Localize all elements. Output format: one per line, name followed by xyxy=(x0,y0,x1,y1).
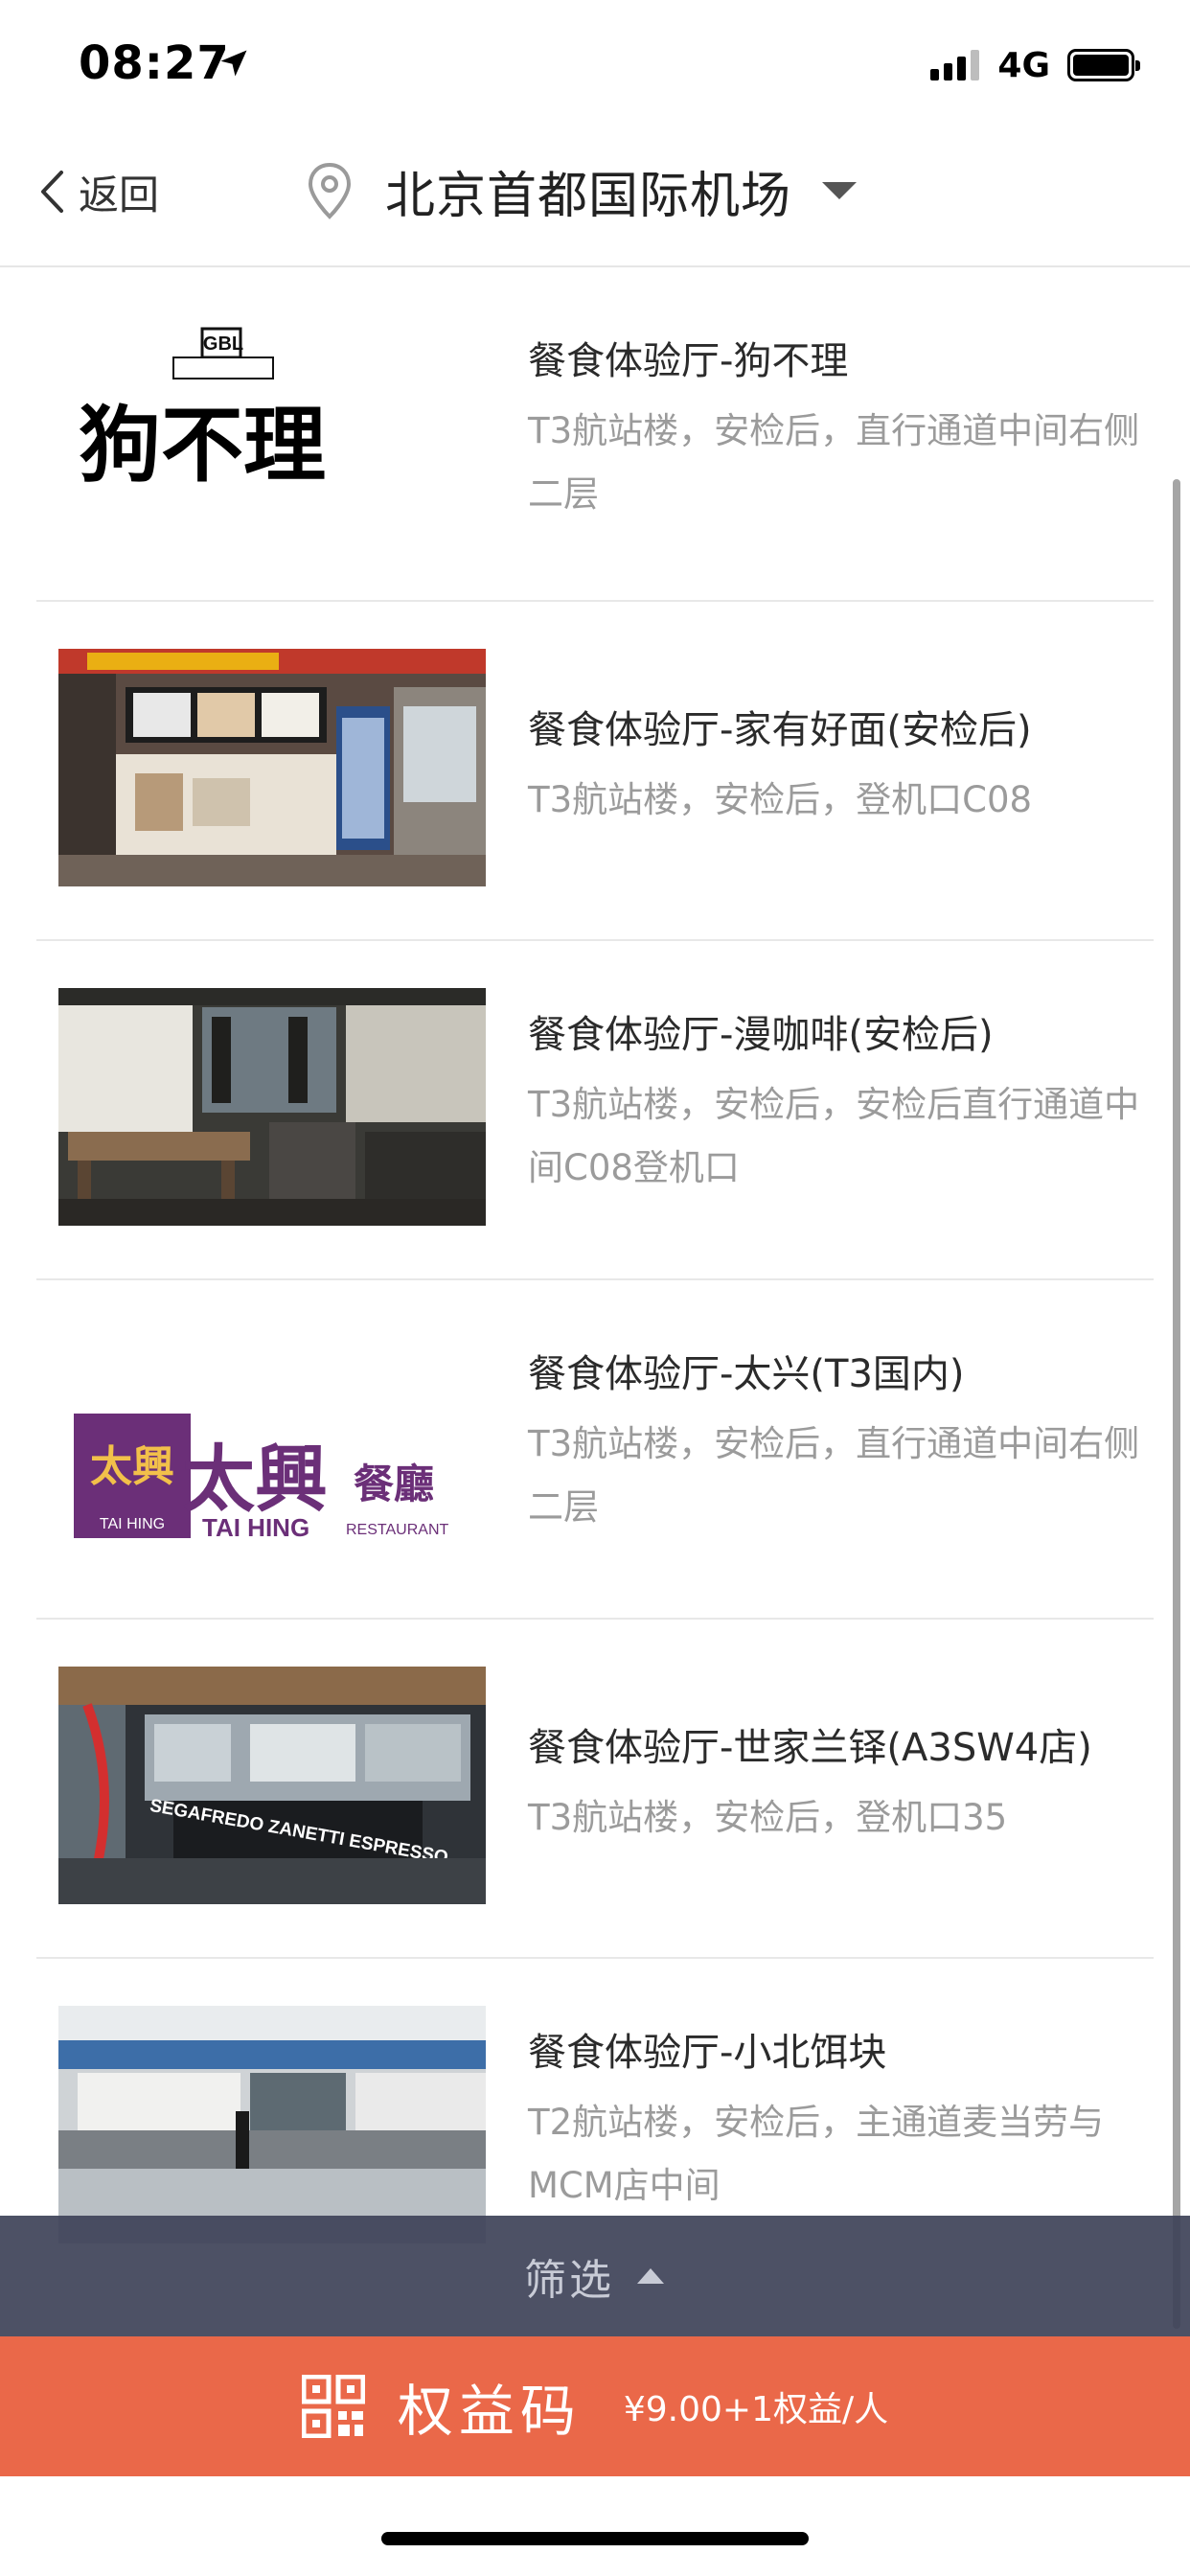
battery-icon xyxy=(1067,49,1140,81)
caret-down-icon xyxy=(822,182,858,199)
svg-text:GBL: GBL xyxy=(203,334,243,355)
svg-text:太興: 太興 xyxy=(182,1437,328,1522)
item-address: T3航站楼，安检后，直行通道中间右侧二层 xyxy=(528,1423,1140,1528)
item-title: 餐食体验厅-小北饵块 xyxy=(528,2031,887,2075)
qr-code-icon xyxy=(301,2375,365,2438)
svg-text:RESTAURANT: RESTAURANT xyxy=(346,1522,448,1538)
goubuli-logo-text: 狗不理 xyxy=(79,397,326,494)
nav-header: 返回 北京首都国际机场 xyxy=(0,129,1190,267)
item-address: T3航站楼，安检后，安检后直行通道中间C08登机口 xyxy=(528,1084,1140,1188)
item-text: 餐食体验厅-太兴(T3国内) T3航站楼，安检后，直行通道中间右侧二层 xyxy=(528,1347,1141,1539)
item-title: 餐食体验厅-漫咖啡(安检后) xyxy=(528,1013,994,1057)
scrollbar[interactable] xyxy=(1173,479,1180,2329)
home-indicator[interactable] xyxy=(381,2532,809,2545)
page: 08:27 4G 返回 北京首都国际机场 GBL 狗不理 餐食体验厅-狗不理 T… xyxy=(0,0,1190,2576)
filter-button[interactable]: 筛选 xyxy=(0,2216,1190,2336)
location-name: 北京首都国际机场 xyxy=(385,167,792,225)
location-selector[interactable]: 北京首都国际机场 xyxy=(305,152,858,229)
caret-up-icon xyxy=(637,2268,664,2284)
status-indicators: 4G xyxy=(930,44,1140,86)
item-address: T3航站楼，安检后，登机口35 xyxy=(528,1797,1008,1838)
item-title: 餐食体验厅-太兴(T3国内) xyxy=(528,1352,965,1396)
item-text: 餐食体验厅-世家兰铎(A3SW4店) T3航站楼，安检后，登机口35 xyxy=(528,1721,1141,1850)
item-text: 餐食体验厅-狗不理 T3航站楼，安检后，直行通道中间右侧二层 xyxy=(528,334,1141,526)
status-time: 08:27 xyxy=(79,36,230,90)
item-text: 餐食体验厅-家有好面(安检后) T3航站楼，安检后，登机口C08 xyxy=(528,703,1141,832)
noodle-shop-photo xyxy=(58,649,486,886)
back-button[interactable]: 返回 xyxy=(38,158,159,225)
list-item[interactable]: SEGAFREDO ZANETTI ESPRESSO 餐食体验厅-世家兰铎(A3… xyxy=(36,1620,1154,1959)
svg-text:餐廳: 餐廳 xyxy=(354,1460,434,1507)
svg-text:TAI HING: TAI HING xyxy=(100,1516,165,1532)
goubuli-logo-image: GBL 狗不理 xyxy=(79,327,326,494)
restaurant-list: GBL 狗不理 餐食体验厅-狗不理 T3航站楼，安检后，直行通道中间右侧二层 餐… xyxy=(0,267,1190,2298)
svg-text:太興: 太興 xyxy=(90,1442,174,1491)
filter-label: 筛选 xyxy=(524,2256,614,2305)
cta-label: 权益码 xyxy=(397,2379,582,2444)
food-court-photo xyxy=(58,2006,486,2243)
list-item[interactable]: 餐食体验厅-漫咖啡(安检后) T3航站楼，安检后，安检后直行通道中间C08登机口 xyxy=(36,941,1154,1280)
back-label: 返回 xyxy=(79,171,160,218)
benefit-code-button[interactable]: 权益码 ¥9.00+1权益/人 xyxy=(0,2336,1190,2476)
espresso-bar-photo: SEGAFREDO ZANETTI ESPRESSO xyxy=(58,1667,486,1904)
signal-icon xyxy=(930,50,984,80)
chevron-left-icon xyxy=(41,171,63,213)
item-address: T2航站楼，安检后，主通道麦当劳与MCM店中间 xyxy=(528,2102,1105,2206)
list-item[interactable]: 太興 TAI HING 太興 餐廳 TAI HING RESTAURANT 餐食… xyxy=(36,1280,1154,1620)
item-title: 餐食体验厅-狗不理 xyxy=(528,339,849,383)
item-address: T3航站楼，安检后，直行通道中间右侧二层 xyxy=(528,410,1140,515)
cta-price: ¥9.00+1权益/人 xyxy=(623,2390,889,2429)
item-text: 餐食体验厅-小北饵块 T2航站楼，安检后，主通道麦当劳与MCM店中间 xyxy=(528,2026,1141,2218)
item-text: 餐食体验厅-漫咖啡(安检后) T3航站楼，安检后，安检后直行通道中间C08登机口 xyxy=(528,1008,1141,1200)
item-title: 餐食体验厅-家有好面(安检后) xyxy=(528,708,1032,752)
network-type: 4G xyxy=(997,45,1050,85)
goubuli-logo: GBL 狗不理 xyxy=(58,315,486,553)
item-address: T3航站楼，安检后，登机口C08 xyxy=(528,779,1033,820)
svg-text:TAI HING: TAI HING xyxy=(202,1513,309,1542)
cafe-interior-photo xyxy=(58,988,486,1226)
location-arrow-icon xyxy=(220,50,247,77)
taihing-logo: 太興 TAI HING 太興 餐廳 TAI HING RESTAURANT xyxy=(58,1327,486,1565)
map-pin-icon xyxy=(308,162,352,219)
list-item[interactable]: 餐食体验厅-家有好面(安检后) T3航站楼，安检后，登机口C08 xyxy=(36,602,1154,941)
item-title: 餐食体验厅-世家兰铎(A3SW4店) xyxy=(528,1726,1092,1770)
status-bar: 08:27 4G xyxy=(0,0,1190,129)
list-item[interactable]: GBL 狗不理 餐食体验厅-狗不理 T3航站楼，安检后，直行通道中间右侧二层 xyxy=(36,267,1154,602)
